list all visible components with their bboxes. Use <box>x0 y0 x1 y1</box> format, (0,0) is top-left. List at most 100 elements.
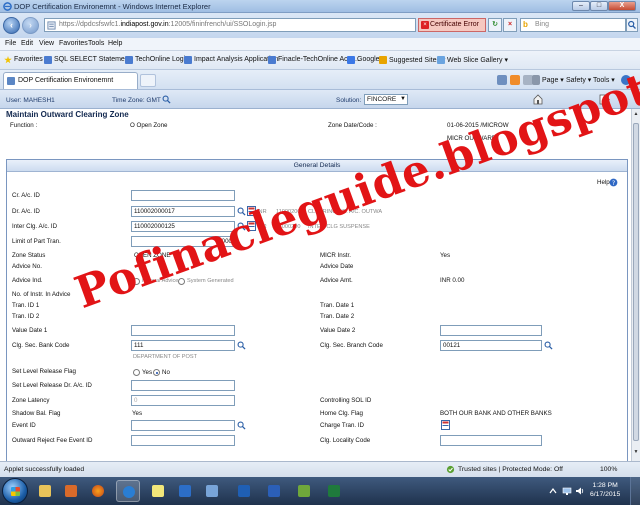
cr-ac-id-input[interactable] <box>131 190 235 201</box>
fav-impact-analysis[interactable]: Impact Analysis Application <box>184 56 278 64</box>
taskbar-outlook[interactable] <box>232 480 256 502</box>
menu-file[interactable]: File <box>5 40 16 47</box>
error-shield-icon: × <box>421 21 429 29</box>
dr-ac-id-input[interactable]: 110002000017 <box>131 206 235 217</box>
scroll-up-icon[interactable]: ▲ <box>633 111 639 119</box>
feeds-icon[interactable] <box>510 75 520 85</box>
search-icon[interactable] <box>162 95 171 104</box>
volume-icon[interactable] <box>575 486 585 496</box>
clg-bank-code-label: Clg. Sec. Bank Code <box>12 342 70 349</box>
search-icon[interactable] <box>544 341 553 350</box>
clg-locality-label: Clg. Locality Code <box>320 437 371 444</box>
clg-locality-input[interactable] <box>440 435 542 446</box>
search-icon[interactable] <box>237 207 246 216</box>
show-desktop-button[interactable] <box>630 477 640 505</box>
fav-sql-select[interactable]: SQL SELECT Statement <box>44 56 131 64</box>
search-icon[interactable] <box>237 222 246 231</box>
logout-icon[interactable] <box>599 94 610 105</box>
taskbar-firefox[interactable] <box>86 480 110 502</box>
zoom-level[interactable]: 100% <box>600 466 617 473</box>
help-icon[interactable] <box>621 75 631 85</box>
outward-reject-input[interactable] <box>131 435 235 446</box>
tray-arrow-icon[interactable] <box>548 486 558 496</box>
scroll-thumb[interactable] <box>633 123 639 441</box>
print-icon[interactable] <box>532 75 540 85</box>
taskbar-app[interactable] <box>292 480 316 502</box>
limit-part-tran-input[interactable]: 1000 <box>131 236 235 247</box>
safety-menu[interactable]: Safety ▾ <box>566 76 591 84</box>
tran-id2-label: Tran. ID 2 <box>12 313 40 320</box>
refresh-button[interactable]: ↻ <box>488 18 502 32</box>
scroll-down-icon[interactable]: ▼ <box>633 449 639 457</box>
charge-tran-details-icon[interactable] <box>441 420 450 430</box>
menu-tools[interactable]: Tools <box>88 40 104 47</box>
security-zone-text[interactable]: Trusted sites | Protected Mode: Off <box>458 466 563 473</box>
page-icon <box>268 56 276 64</box>
taskbar-word[interactable] <box>262 480 286 502</box>
system-generated-radio[interactable] <box>178 278 185 285</box>
value-date2-input[interactable] <box>440 325 542 336</box>
menu-view[interactable]: View <box>39 40 54 47</box>
menu-help[interactable]: Help <box>108 40 122 47</box>
search-icon[interactable] <box>237 421 246 430</box>
fav-suggested-sites[interactable]: Suggested Sites ▾ <box>379 56 445 64</box>
address-input[interactable]: https://dpdcsfswfc1.indiapost.gov.in:120… <box>44 18 416 32</box>
zone-latency-input[interactable]: 0 <box>131 395 235 406</box>
forward-button[interactable]: › <box>22 17 39 34</box>
account-details-icon[interactable] <box>247 206 256 216</box>
page-menu[interactable]: Page ▾ <box>542 76 564 84</box>
advice-no-label: Advice No. <box>12 263 42 270</box>
taskbar-network[interactable] <box>200 480 224 502</box>
set-level-no-radio[interactable] <box>153 369 160 376</box>
search-icon[interactable] <box>237 341 246 350</box>
favorites-button[interactable]: Favorites <box>4 56 43 64</box>
search-input[interactable]: b Bing <box>520 18 626 32</box>
help-label[interactable]: Help <box>597 179 610 186</box>
clock[interactable]: 1:28 PM 6/17/2015 <box>590 481 620 499</box>
taskbar-excel[interactable] <box>322 480 346 502</box>
account-details-icon[interactable] <box>247 221 256 231</box>
solution-select[interactable]: FINCORE ▼ <box>364 94 408 105</box>
inter-clg-ac-label: Inter Clg. A/c. ID <box>12 223 58 230</box>
taskbar-media[interactable] <box>59 480 83 502</box>
taskbar-explorer[interactable] <box>33 480 57 502</box>
maximize-button[interactable]: □ <box>590 1 608 11</box>
lync-icon <box>179 485 191 497</box>
menu-favorites[interactable]: Favorites <box>59 40 88 47</box>
window-title-bar[interactable]: DOP Certification Environemnt - Windows … <box>0 0 640 13</box>
search-button[interactable] <box>626 18 638 32</box>
taskbar-lync[interactable] <box>173 480 197 502</box>
new-tab-button[interactable] <box>140 74 156 87</box>
taskbar-ie[interactable] <box>116 480 140 502</box>
start-button[interactable] <box>2 478 28 504</box>
set-level-yes-radio[interactable] <box>133 369 140 376</box>
outlook-icon <box>238 485 250 497</box>
stop-button[interactable]: × <box>503 18 517 32</box>
certificate-error-button[interactable]: × Certificate Error <box>418 18 486 32</box>
clg-branch-code-input[interactable]: 00121 <box>440 340 542 351</box>
fav-google[interactable]: Google <box>347 56 380 64</box>
help-icon[interactable]: ? <box>609 178 618 187</box>
close-button[interactable]: X <box>608 1 636 11</box>
menu-edit[interactable]: Edit <box>21 40 33 47</box>
value-date1-input[interactable] <box>131 325 235 336</box>
fav-techonline-login[interactable]: TechOnline Login <box>125 56 189 64</box>
minimize-button[interactable]: – <box>572 1 590 11</box>
tools-menu[interactable]: Tools ▾ <box>593 76 615 84</box>
folder-icon <box>39 485 51 497</box>
set-level-dr-input[interactable] <box>131 380 235 391</box>
inter-clg-ac-input[interactable]: 110002000125 <box>131 221 235 232</box>
taskbar-notes[interactable] <box>146 480 170 502</box>
vertical-scrollbar[interactable]: ▲ ▼ <box>631 109 640 461</box>
home-icon[interactable] <box>533 94 543 105</box>
network-tray-icon[interactable] <box>562 486 572 496</box>
tab-dop-certification[interactable]: DOP Certification Environemnt <box>3 72 138 89</box>
cert-error-label: Certificate Error <box>430 21 480 28</box>
home-icon[interactable] <box>497 75 507 85</box>
manual-advice-radio[interactable] <box>133 278 140 285</box>
clg-bank-code-input[interactable]: 111 <box>131 340 235 351</box>
event-id-input[interactable] <box>131 420 235 431</box>
back-button[interactable]: ‹ <box>3 17 20 34</box>
url-text: https://dpdcsfswfc1.indiapost.gov.in:120… <box>59 21 277 28</box>
fav-web-slice-gallery[interactable]: Web Slice Gallery ▾ <box>437 56 508 64</box>
